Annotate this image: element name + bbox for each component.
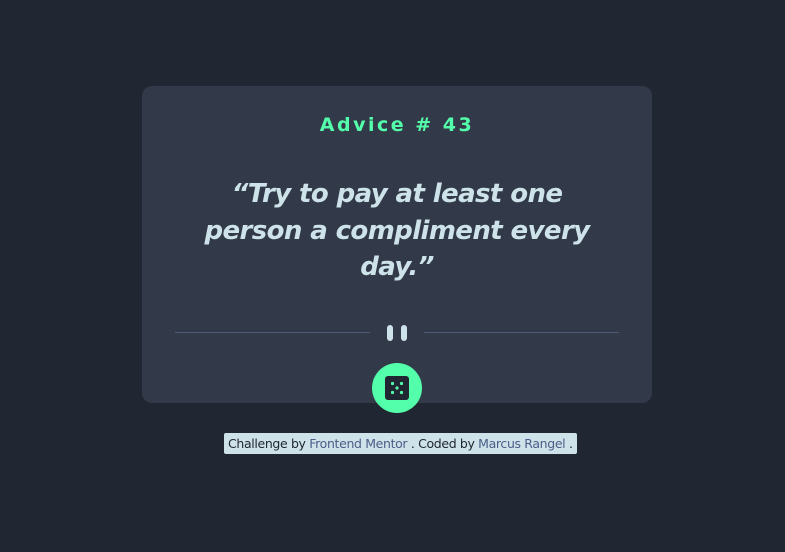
author-link[interactable]: Marcus Rangel xyxy=(478,436,565,451)
advice-card: Advice # 43 “Try to pay at least one per… xyxy=(142,86,652,403)
divider-line-right xyxy=(424,332,619,333)
advice-quote: “Try to pay at least one person a compli… xyxy=(204,179,590,282)
pause-icon xyxy=(387,325,407,341)
attribution-middle: . Coded by xyxy=(410,436,475,451)
divider xyxy=(175,324,619,342)
divider-line-left xyxy=(175,332,370,333)
attribution-prefix: Challenge by xyxy=(228,436,306,451)
new-advice-button[interactable] xyxy=(372,363,422,413)
dice-icon xyxy=(385,376,409,400)
frontend-mentor-link[interactable]: Frontend Mentor xyxy=(309,436,407,451)
attribution-suffix: . xyxy=(568,436,573,451)
advice-number: Advice # 43 xyxy=(319,114,475,136)
attribution: Challenge by Frontend Mentor . Coded by … xyxy=(224,433,577,454)
